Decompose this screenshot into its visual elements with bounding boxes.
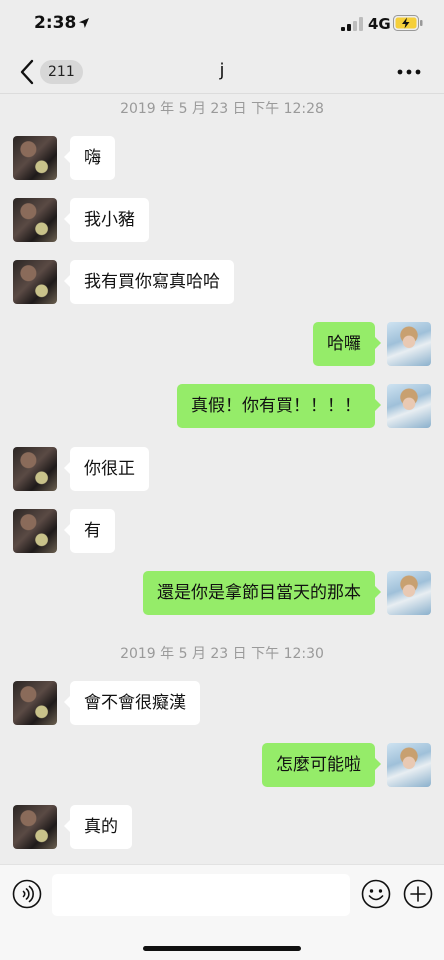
contact-avatar[interactable] — [13, 198, 57, 242]
contact-avatar[interactable] — [13, 447, 57, 491]
outgoing-message[interactable]: 哈囉 — [313, 322, 381, 366]
incoming-message[interactable]: 真的 — [64, 805, 132, 849]
message-list[interactable]: 2019 年 5 月 23 日 下午 12:28 嗨 我小豬 我有買你寫真哈哈 … — [0, 94, 444, 864]
status-time: 2:38 — [34, 13, 77, 33]
battery-charging-icon — [393, 15, 423, 31]
my-avatar[interactable] — [387, 571, 431, 615]
network-label: 4G — [368, 15, 391, 33]
incoming-message[interactable]: 嗨 — [64, 136, 115, 180]
message-input[interactable] — [52, 874, 350, 916]
incoming-message[interactable]: 我有買你寫真哈哈 — [64, 260, 234, 304]
emoji-icon[interactable] — [361, 879, 391, 909]
my-avatar[interactable] — [387, 743, 431, 787]
voice-icon[interactable] — [12, 879, 42, 909]
my-avatar[interactable] — [387, 322, 431, 366]
incoming-message[interactable]: 有 — [64, 509, 115, 553]
chat-title: j — [219, 60, 225, 81]
outgoing-message[interactable]: 怎麼可能啦 — [262, 743, 381, 787]
contact-avatar[interactable] — [13, 509, 57, 553]
outgoing-message[interactable]: 真假！你有買！！！！ — [177, 384, 381, 428]
location-arrow-icon — [79, 18, 89, 28]
contact-avatar[interactable] — [13, 681, 57, 725]
contact-avatar[interactable] — [13, 136, 57, 180]
incoming-message[interactable]: 你很正 — [64, 447, 149, 491]
outgoing-message[interactable]: 還是你是拿節目當天的那本 — [143, 571, 381, 615]
chat-header: 211 j — [0, 50, 444, 94]
incoming-message[interactable]: 我小豬 — [64, 198, 149, 242]
contact-avatar[interactable] — [13, 805, 57, 849]
my-avatar[interactable] — [387, 384, 431, 428]
status-bar: 2:38 4G — [0, 0, 444, 50]
incoming-message[interactable]: 會不會很癡漢 — [64, 681, 200, 725]
timestamp: 2019 年 5 月 23 日 下午 12:30 — [120, 646, 324, 662]
more-dots-icon[interactable] — [392, 60, 426, 84]
signal-icon — [341, 17, 363, 31]
plus-icon[interactable] — [403, 879, 433, 909]
home-indicator[interactable] — [143, 946, 301, 951]
timestamp: 2019 年 5 月 23 日 下午 12:28 — [120, 101, 324, 117]
contact-avatar[interactable] — [13, 260, 57, 304]
